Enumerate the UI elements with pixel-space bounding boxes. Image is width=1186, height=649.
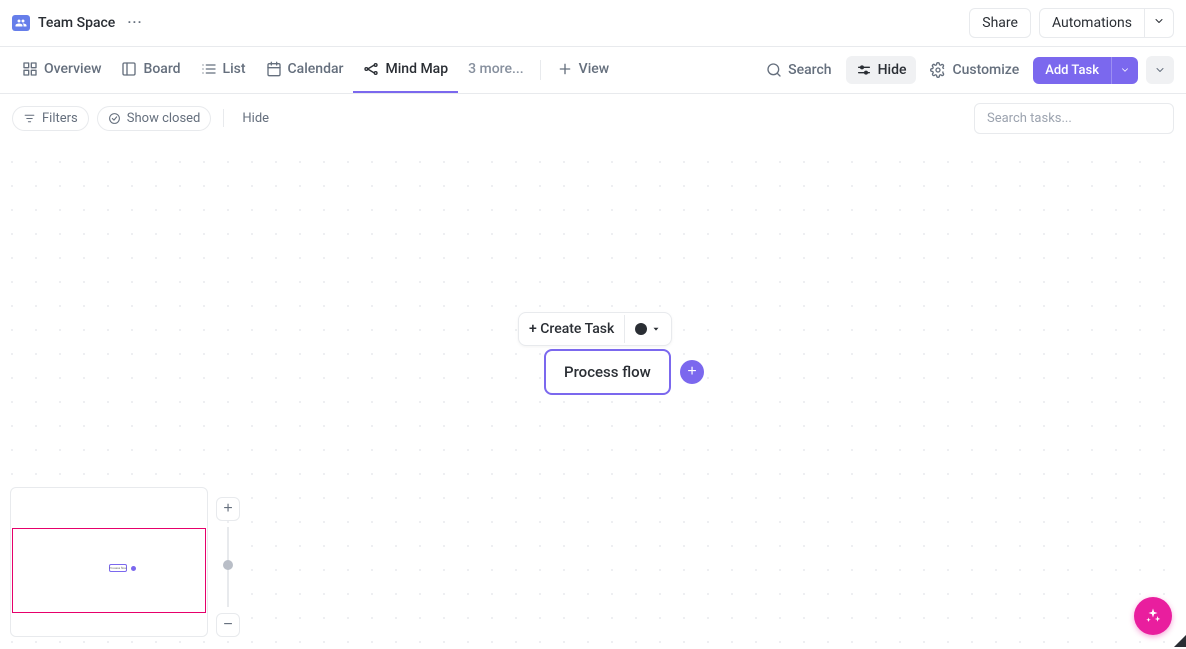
tab-more[interactable]: 3 more... [458, 47, 534, 93]
tab-board-label: Board [143, 61, 180, 77]
sparkle-icon [1144, 607, 1162, 625]
automations-group: Automations [1039, 8, 1174, 38]
board-icon [121, 61, 137, 77]
zoom-out-button[interactable]: − [216, 613, 240, 637]
filter-icon [23, 112, 36, 125]
tab-board[interactable]: Board [111, 47, 190, 93]
filter-left: Filters Show closed Hide [12, 106, 275, 131]
search-input[interactable] [974, 103, 1174, 134]
tab-more-label: 3 more... [468, 61, 524, 77]
mindmap-canvas[interactable]: + Create Task Process flow + Process flo… [0, 142, 1186, 647]
tab-view-label: View [579, 61, 610, 77]
customize-label: Customize [952, 62, 1019, 78]
zoom-controls: + − [216, 497, 240, 637]
hide-label: Hide [878, 62, 907, 78]
tabs-right: Search Hide Customize Add Task [756, 56, 1174, 84]
search-icon [766, 62, 782, 78]
create-task-status-picker[interactable] [624, 315, 671, 343]
filter-divider [223, 109, 224, 127]
check-circle-icon [108, 112, 121, 125]
filter-hide[interactable]: Hide [236, 107, 275, 130]
list-icon [201, 61, 217, 77]
resize-handle[interactable] [1174, 635, 1186, 647]
caret-down-icon [651, 324, 661, 334]
tabs-bar: Overview Board List Calendar Mind Map 3 … [0, 47, 1186, 94]
search-label: Search [788, 62, 831, 78]
customize-button[interactable]: Customize [920, 56, 1029, 84]
mindmap-root-node[interactable]: Process flow [544, 349, 671, 395]
ai-fab-button[interactable] [1134, 597, 1172, 635]
search-button[interactable]: Search [756, 56, 841, 84]
tab-mindmap-label: Mind Map [385, 61, 448, 77]
show-closed-label: Show closed [127, 111, 201, 126]
tab-add-view[interactable]: View [547, 47, 620, 93]
filters-pill[interactable]: Filters [12, 106, 89, 131]
create-task-bubble: + Create Task [518, 312, 672, 346]
tabs-left: Overview Board List Calendar Mind Map 3 … [12, 47, 619, 93]
calendar-icon [266, 61, 282, 77]
tab-list[interactable]: List [191, 47, 256, 93]
filters-label: Filters [42, 111, 78, 126]
tab-calendar-label: Calendar [288, 61, 344, 77]
minimap-node-label: Process flow [109, 566, 126, 570]
sliders-icon [856, 62, 872, 78]
status-dot-icon [635, 323, 647, 335]
chevron-down-icon [1154, 64, 1166, 76]
minimap-node: Process flow [109, 564, 127, 572]
automations-button[interactable]: Automations [1039, 8, 1145, 38]
automations-chevron[interactable] [1145, 8, 1174, 38]
minimap-dot [131, 566, 136, 571]
header-right: Share Automations [969, 8, 1174, 38]
filter-bar: Filters Show closed Hide [0, 94, 1186, 142]
plus-icon [557, 61, 573, 77]
tab-mindmap[interactable]: Mind Map [353, 47, 458, 93]
zoom-slider-track[interactable] [227, 527, 229, 607]
node-label: Process flow [564, 363, 651, 381]
hide-button[interactable]: Hide [846, 56, 917, 84]
create-task-button[interactable]: + Create Task [519, 313, 624, 345]
add-task-chevron[interactable] [1111, 57, 1138, 84]
zoom-in-button[interactable]: + [216, 497, 240, 521]
tab-calendar[interactable]: Calendar [256, 47, 354, 93]
show-closed-pill[interactable]: Show closed [97, 106, 212, 131]
header-bar: Team Space ··· Share Automations [0, 0, 1186, 47]
team-icon [12, 15, 30, 31]
share-button[interactable]: Share [969, 8, 1031, 38]
add-task-button[interactable]: Add Task [1033, 57, 1111, 84]
tab-overview[interactable]: Overview [12, 47, 111, 93]
zoom-slider-thumb[interactable] [223, 560, 233, 570]
add-task-group: Add Task [1033, 57, 1138, 84]
tab-overview-label: Overview [44, 61, 101, 77]
grid-icon [22, 61, 38, 77]
header-left: Team Space ··· [12, 11, 147, 35]
add-child-node-button[interactable]: + [680, 360, 704, 384]
minimap[interactable]: Process flow [10, 487, 208, 637]
more-menu-icon[interactable]: ··· [123, 11, 146, 35]
gear-icon [930, 62, 946, 78]
tab-list-label: List [223, 61, 246, 77]
expand-button[interactable] [1146, 56, 1174, 84]
team-name[interactable]: Team Space [38, 15, 115, 31]
mindmap-icon [363, 61, 379, 77]
tab-divider [540, 60, 541, 80]
